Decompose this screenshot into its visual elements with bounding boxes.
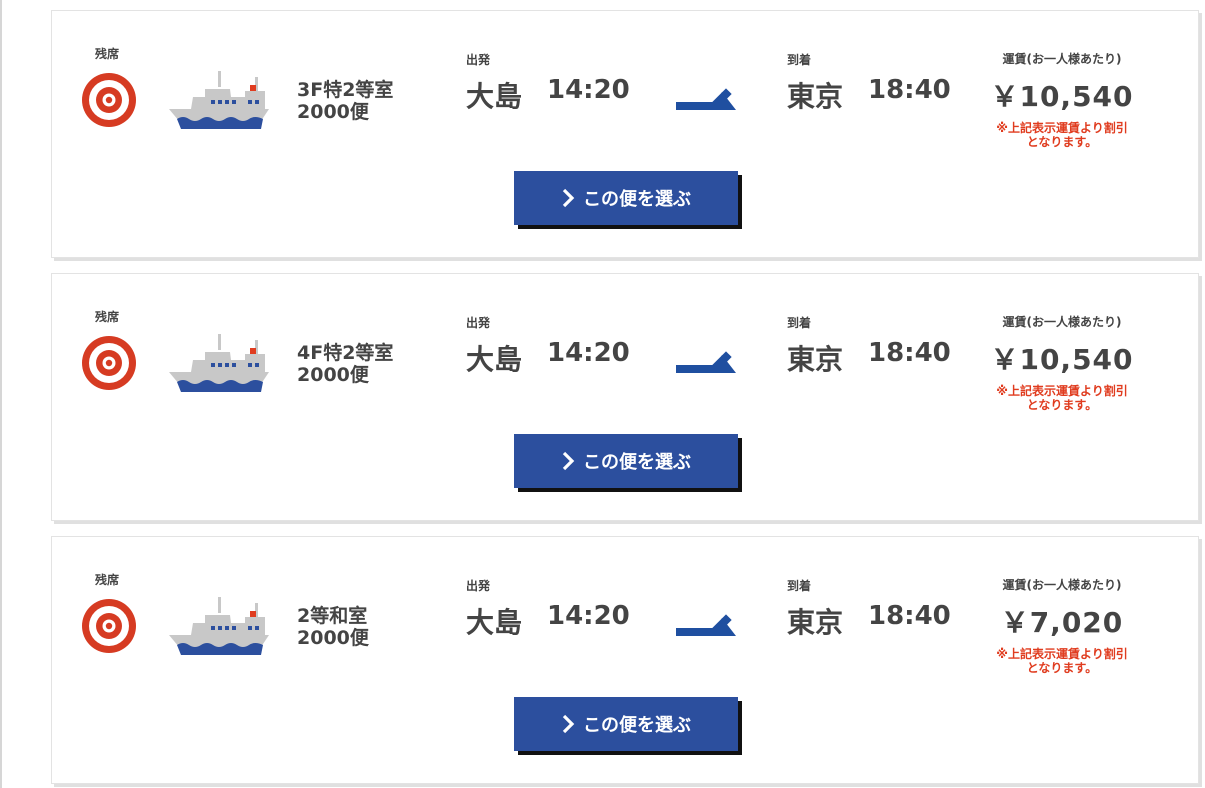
room-info: 2等和室 2000便 [297, 605, 369, 649]
room-type: 3F特2等室 [297, 79, 394, 101]
departure-port: 大島 [466, 606, 523, 639]
discount-note-line1: ※上記表示運賃より割引 [996, 647, 1128, 661]
discount-note-line1: ※上記表示運賃より割引 [996, 121, 1128, 135]
select-sailing-label: この便を選ぶ [583, 189, 691, 210]
target-icon [80, 334, 138, 396]
fare-label: 運賃(お一人様あたり) [1002, 52, 1122, 66]
discount-note-line2: となります。 [1026, 661, 1098, 675]
discount-note: ※上記表示運賃より割引 となります。 [972, 121, 1152, 149]
departure-label: 出発 [466, 53, 491, 67]
arrival-time: 18:40 [868, 338, 951, 368]
arrival-port: 東京 [787, 343, 844, 376]
departure-label: 出発 [466, 316, 491, 330]
flight-number: 2000便 [297, 627, 369, 649]
route-arrow-icon [676, 612, 738, 646]
route-arrow-icon [676, 349, 738, 383]
sailing-card: 残席 3F特2等室 2000便 出発 大島 14:20 到着 東京 18:40 … [51, 10, 1199, 258]
room-info: 3F特2等室 2000便 [297, 79, 393, 123]
discount-note-line1: ※上記表示運賃より割引 [996, 384, 1128, 398]
room-info: 4F特2等室 2000便 [297, 342, 393, 386]
discount-note-line2: となります。 [1026, 398, 1098, 412]
route-arrow-icon [676, 86, 738, 120]
select-sailing-button[interactable]: この便を選ぶ [514, 697, 738, 751]
flight-number: 2000便 [297, 101, 369, 123]
arrival-label: 到着 [787, 316, 812, 330]
fare-label: 運賃(お一人様あたり) [1002, 315, 1122, 329]
page-left-border [0, 0, 2, 788]
departure-port: 大島 [466, 343, 523, 376]
departure-port: 大島 [466, 80, 523, 113]
arrival-time: 18:40 [868, 75, 951, 105]
arrival-port: 東京 [787, 606, 844, 639]
chevron-right-icon [561, 451, 575, 471]
select-sailing-button[interactable]: この便を選ぶ [514, 171, 738, 225]
departure-label: 出発 [466, 579, 491, 593]
discount-note-line2: となります。 [1026, 135, 1098, 149]
chevron-right-icon [561, 188, 575, 208]
seat-label: 残席 [95, 310, 120, 324]
select-sailing-label: この便を選ぶ [583, 452, 691, 473]
fare-amount: ￥7,020 [1000, 606, 1124, 639]
departure-time: 14:20 [547, 75, 630, 105]
sailing-card: 残席 2等和室 2000便 出発 大島 14:20 到着 東京 18:40 運賃… [51, 536, 1199, 784]
arrival-port: 東京 [787, 80, 844, 113]
fare-amount: ￥10,540 [990, 80, 1134, 113]
target-icon [80, 71, 138, 133]
arrival-label: 到着 [787, 579, 812, 593]
room-type: 2等和室 [297, 605, 368, 627]
arrival-label: 到着 [787, 53, 812, 67]
arrival-time: 18:40 [868, 601, 951, 631]
ship-icon [165, 332, 271, 398]
sailing-card: 残席 4F特2等室 2000便 出発 大島 14:20 到着 東京 18:40 … [51, 273, 1199, 521]
discount-note: ※上記表示運賃より割引 となります。 [972, 647, 1152, 675]
fare-amount: ￥10,540 [990, 343, 1134, 376]
departure-time: 14:20 [547, 601, 630, 631]
flight-number: 2000便 [297, 364, 369, 386]
seat-label: 残席 [95, 573, 120, 587]
select-sailing-button[interactable]: この便を選ぶ [514, 434, 738, 488]
seat-label: 残席 [95, 47, 120, 61]
ship-icon [165, 69, 271, 135]
target-icon [80, 597, 138, 659]
departure-time: 14:20 [547, 338, 630, 368]
select-sailing-label: この便を選ぶ [583, 715, 691, 736]
discount-note: ※上記表示運賃より割引 となります。 [972, 384, 1152, 412]
chevron-right-icon [561, 714, 575, 734]
ship-icon [165, 595, 271, 661]
fare-label: 運賃(お一人様あたり) [1002, 578, 1122, 592]
room-type: 4F特2等室 [297, 342, 394, 364]
